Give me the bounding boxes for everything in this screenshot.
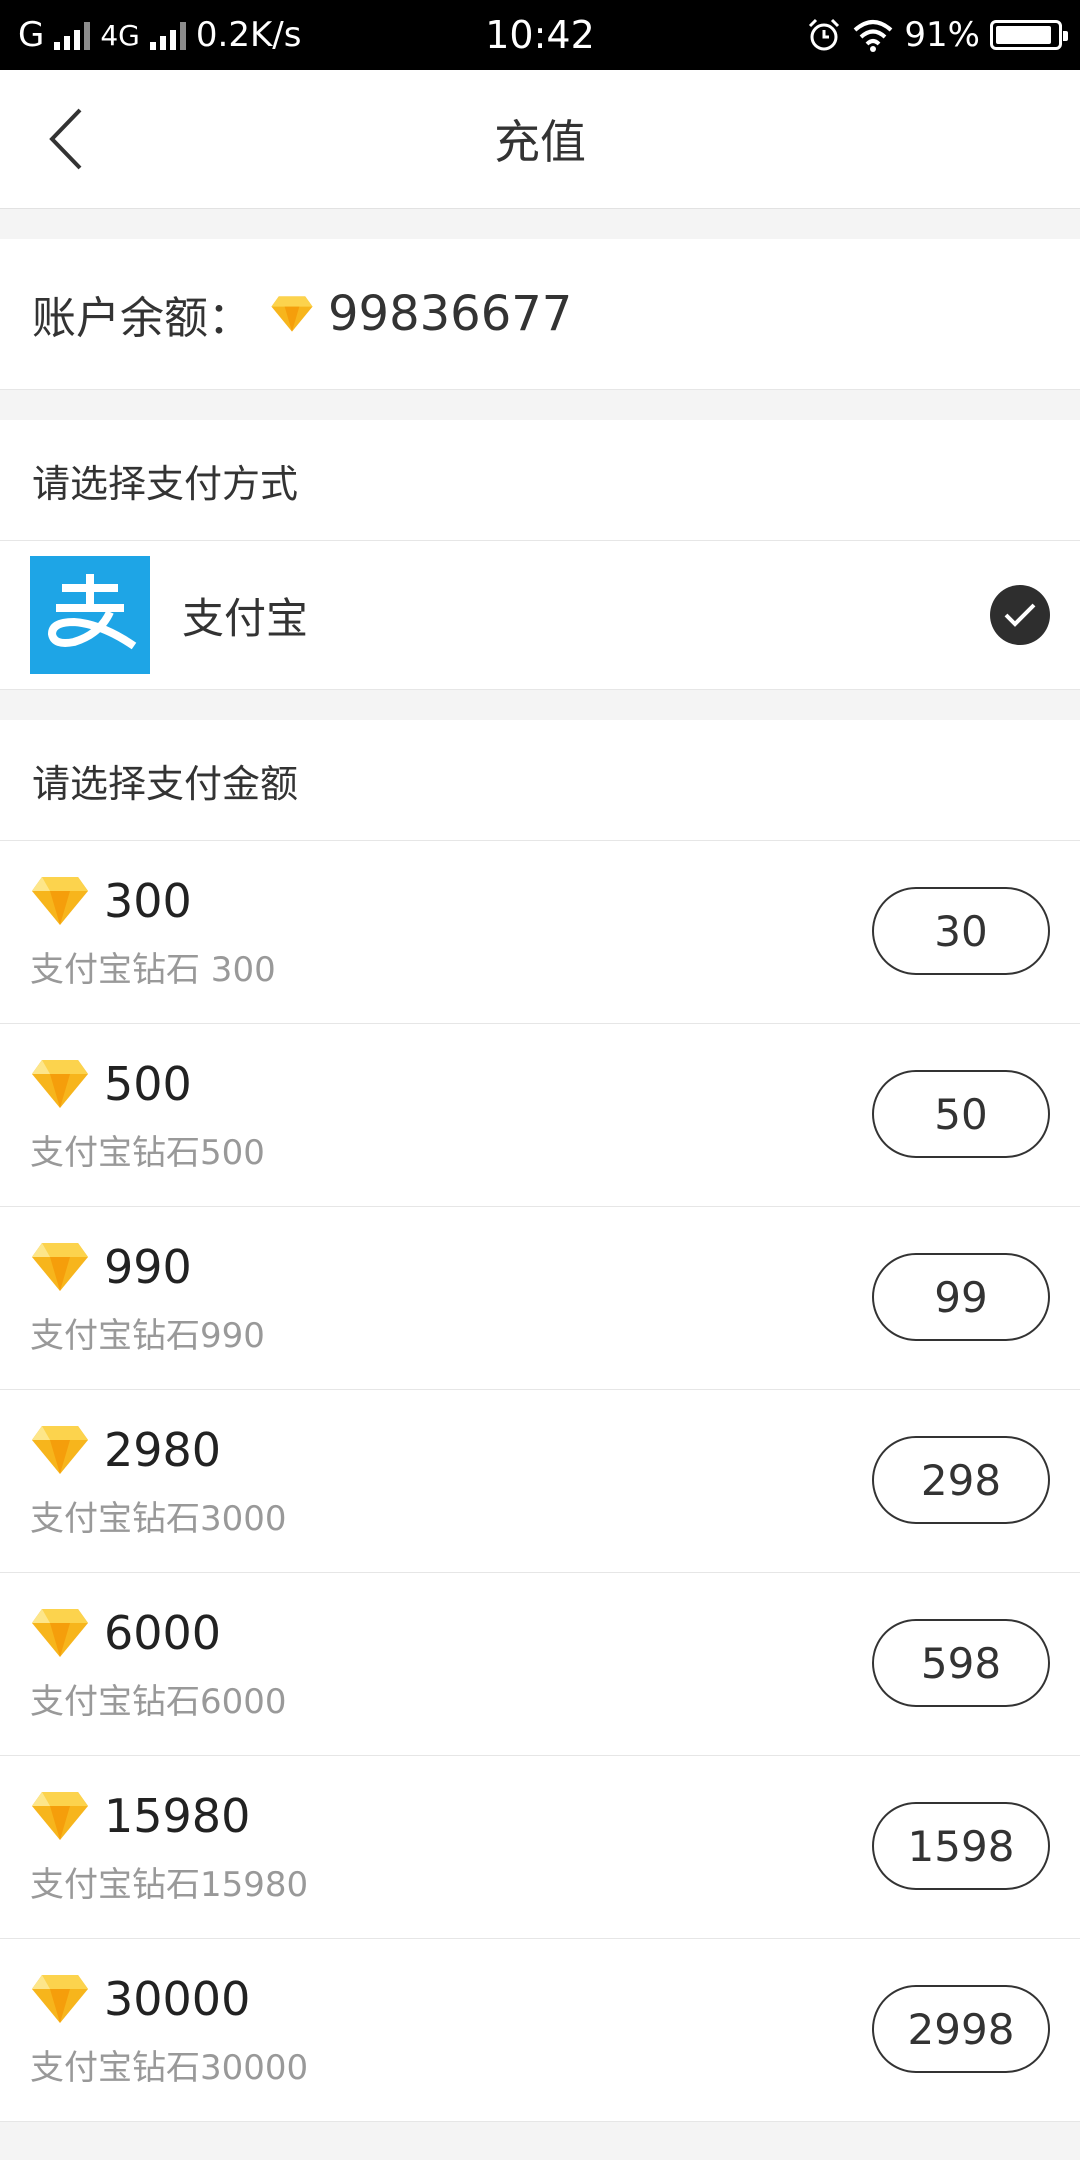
diamond-icon xyxy=(32,1791,88,1840)
package-info: 300 支付宝钻石 300 xyxy=(30,874,276,991)
payment-option-label: 支付宝 xyxy=(182,593,309,643)
network-speed: 0.2K/s xyxy=(195,15,302,55)
package-diamond-amount: 2980 xyxy=(104,1422,222,1477)
diamond-icon xyxy=(32,1974,88,2023)
package-diamond-amount: 990 xyxy=(104,1239,192,1294)
package-diamond-amount: 500 xyxy=(104,1056,192,1111)
diamond-icon xyxy=(32,1059,88,1108)
package-top: 990 xyxy=(30,1240,265,1294)
package-row[interactable]: 6000 支付宝钻石6000 598 xyxy=(0,1573,1080,1756)
package-list: 300 支付宝钻石 300 30 500 支付宝钻石500 50 990 支付宝… xyxy=(0,841,1080,2122)
diamond-icon xyxy=(271,296,313,332)
network-label: 4G xyxy=(100,18,140,52)
package-row[interactable]: 500 支付宝钻石500 50 xyxy=(0,1024,1080,1207)
package-info: 6000 支付宝钻石6000 xyxy=(30,1606,287,1723)
package-top: 6000 xyxy=(30,1606,287,1660)
package-diamond-amount: 6000 xyxy=(104,1605,222,1660)
package-description: 支付宝钻石15980 xyxy=(30,1864,309,1905)
price-button[interactable]: 2998 xyxy=(872,1985,1050,2073)
signal-icon-2 xyxy=(149,20,186,50)
package-top: 2980 xyxy=(30,1423,287,1477)
package-diamond-amount: 30000 xyxy=(104,1971,251,2026)
price-button[interactable]: 30 xyxy=(872,887,1050,975)
payment-method-section: 请选择支付方式 支付宝 xyxy=(0,420,1080,690)
package-top: 500 xyxy=(30,1057,265,1111)
battery-percent: 91% xyxy=(904,15,980,55)
package-description: 支付宝钻石3000 xyxy=(30,1498,287,1539)
carrier-label: G xyxy=(18,15,45,55)
package-top: 15980 xyxy=(30,1789,308,1843)
package-info: 30000 支付宝钻石30000 xyxy=(30,1972,308,2089)
battery-icon xyxy=(990,20,1068,50)
package-description: 支付宝钻石30000 xyxy=(30,2047,309,2088)
package-info: 990 支付宝钻石990 xyxy=(30,1240,265,1357)
page-title: 充值 xyxy=(494,115,586,169)
package-info: 2980 支付宝钻石3000 xyxy=(30,1423,287,1540)
status-left: G 4G 0.2K/s xyxy=(18,15,301,55)
price-button[interactable]: 298 xyxy=(872,1436,1050,1524)
package-row[interactable]: 2980 支付宝钻石3000 298 xyxy=(0,1390,1080,1573)
amount-heading: 请选择支付金额 xyxy=(0,720,1080,841)
wifi-icon xyxy=(854,20,893,52)
spacer xyxy=(0,690,1080,720)
diamond-icon xyxy=(32,1242,88,1291)
price-button[interactable]: 50 xyxy=(872,1070,1050,1158)
package-row[interactable]: 300 支付宝钻石 300 30 xyxy=(0,841,1080,1024)
package-diamond-amount: 300 xyxy=(104,873,192,928)
package-description: 支付宝钻石990 xyxy=(30,1315,265,1356)
package-diamond-amount: 15980 xyxy=(104,1788,251,1843)
selected-check-icon[interactable] xyxy=(990,585,1050,645)
payment-option-alipay[interactable]: 支付宝 xyxy=(0,541,1080,690)
balance-label: 账户余额： xyxy=(32,293,252,344)
package-row[interactable]: 30000 支付宝钻石30000 2998 xyxy=(0,1939,1080,2122)
amount-section: 请选择支付金额 300 支付宝钻石 300 30 500 支付宝钻石500 50… xyxy=(0,720,1080,2122)
status-bar: G 4G 0.2K/s 10:42 91% xyxy=(0,0,1080,70)
chevron-left-icon xyxy=(49,108,82,170)
package-info: 500 支付宝钻石500 xyxy=(30,1057,265,1174)
status-right: 91% xyxy=(806,15,1068,55)
package-top: 300 xyxy=(30,874,276,928)
package-row[interactable]: 990 支付宝钻石990 99 xyxy=(0,1207,1080,1390)
payment-method-heading: 请选择支付方式 xyxy=(0,420,1080,541)
diamond-icon xyxy=(32,1425,88,1474)
nav-bar: 充值 xyxy=(0,70,1080,209)
diamond-icon xyxy=(32,1608,88,1657)
diamond-icon xyxy=(32,876,88,925)
spacer xyxy=(0,209,1080,239)
back-button[interactable] xyxy=(36,102,96,176)
package-description: 支付宝钻石 300 xyxy=(30,949,276,990)
alipay-icon xyxy=(30,556,150,674)
package-top: 30000 xyxy=(30,1972,308,2026)
price-button[interactable]: 1598 xyxy=(872,1802,1050,1890)
account-balance: 账户余额： 99836677 xyxy=(0,239,1080,390)
package-description: 支付宝钻石500 xyxy=(30,1132,265,1173)
battery-fill xyxy=(996,26,1051,44)
price-button[interactable]: 99 xyxy=(872,1253,1050,1341)
spacer xyxy=(0,390,1080,420)
package-row[interactable]: 15980 支付宝钻石15980 1598 xyxy=(0,1756,1080,1939)
signal-icon xyxy=(54,20,91,50)
price-button[interactable]: 598 xyxy=(872,1619,1050,1707)
balance-value: 99836677 xyxy=(328,286,573,342)
package-description: 支付宝钻石6000 xyxy=(30,1681,287,1722)
alarm-icon xyxy=(809,18,840,51)
package-info: 15980 支付宝钻石15980 xyxy=(30,1789,308,1906)
